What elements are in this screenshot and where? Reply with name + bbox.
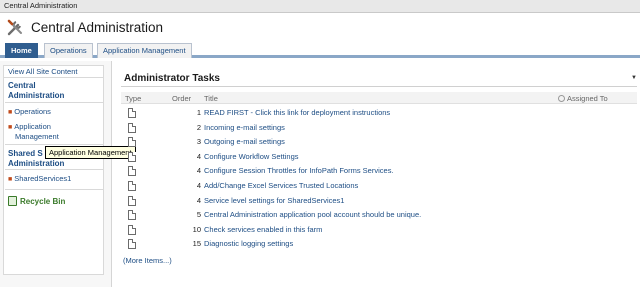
task-order: 15 — [192, 239, 201, 249]
recycle-bin-link[interactable]: Recycle Bin — [8, 196, 65, 206]
recycle-bin-icon — [8, 196, 17, 206]
task-title-link[interactable]: Configure Workflow Settings — [204, 152, 299, 161]
task-title-link[interactable]: Diagnostic logging settings — [204, 239, 293, 248]
web-part-title[interactable]: Administrator Tasks — [124, 73, 220, 84]
task-order: 4 — [196, 181, 201, 190]
task-order: 4 — [196, 151, 201, 161]
document-icon — [128, 239, 136, 250]
table-row: 2 Incoming e-mail settings — [121, 121, 637, 136]
divider — [5, 189, 103, 190]
task-title-link[interactable]: Incoming e-mail settings — [204, 123, 285, 132]
list-column-header: Type Order Title Assigned To — [121, 92, 637, 104]
document-icon — [128, 151, 136, 162]
divider — [5, 102, 103, 103]
tab-operations[interactable]: Operations — [44, 43, 93, 58]
document-icon — [128, 122, 136, 133]
document-icon — [128, 224, 136, 235]
tab-application-management[interactable]: Application Management — [97, 43, 192, 58]
column-header-title[interactable]: Title — [204, 94, 218, 103]
tab-home[interactable]: Home — [5, 43, 38, 58]
table-row: 10 Check services enabled in this farm — [121, 223, 637, 238]
page-title: Central Administration — [31, 20, 164, 35]
document-icon — [128, 166, 136, 177]
task-title-link[interactable]: Configure Session Throttles for InfoPath… — [204, 166, 394, 175]
quick-launch-panel: Central Administration ■ Operations ■ Appl… — [3, 78, 104, 275]
task-order: 4 — [196, 166, 201, 176]
column-header-assigned-to[interactable]: Assigned To — [558, 94, 608, 103]
site-header: Central Administration — [0, 14, 640, 42]
top-nav-bar: Home Operations Application Management — [0, 42, 640, 58]
task-order: 1 — [196, 108, 201, 117]
task-title-link[interactable]: READ FIRST - Click this link for deploym… — [204, 108, 390, 117]
browser-title-bar: Central Administration — [0, 0, 640, 13]
document-icon — [128, 108, 136, 118]
quick-launch: View All Site Content Central Administra… — [0, 61, 112, 287]
presence-icon — [558, 95, 565, 102]
table-row: 4 Service level settings for SharedServic… — [121, 194, 637, 209]
table-row: 4 Configure Session Throttles for InfoPat… — [121, 164, 637, 179]
column-header-type[interactable]: Type — [125, 94, 141, 103]
task-order: 5 — [196, 210, 201, 220]
document-icon — [128, 137, 136, 148]
task-order: 10 — [192, 224, 201, 234]
nav-link-operations[interactable]: ■ Operations — [8, 107, 51, 117]
task-title-link[interactable]: Add/Change Excel Services Trusted Locati… — [204, 181, 358, 190]
table-row: 4 Add/Change Excel Services Trusted Locat… — [121, 179, 637, 194]
nav-link-application-management[interactable]: ■ Application Management — [8, 122, 59, 141]
view-all-site-content-link[interactable]: View All Site Content — [3, 65, 104, 78]
document-icon — [128, 195, 136, 206]
web-part-menu-icon[interactable]: ▼ — [631, 75, 637, 81]
web-part-header: Administrator Tasks ▼ — [121, 71, 637, 87]
table-row: 5 Central Administration application pool… — [121, 208, 637, 223]
column-header-order[interactable]: Order — [172, 94, 191, 103]
more-items-link[interactable]: (More Items...) — [123, 256, 172, 265]
task-title-link[interactable]: Outgoing e-mail settings — [204, 137, 285, 146]
document-icon — [128, 181, 136, 191]
document-icon — [128, 210, 136, 221]
task-title-link[interactable]: Central Administration application pool … — [204, 210, 421, 219]
main-content: Administrator Tasks ▼ Type Order Title A… — [113, 61, 640, 287]
divider — [5, 169, 103, 170]
task-order: 4 — [196, 195, 201, 205]
task-title-link[interactable]: Service level settings for SharedService… — [204, 196, 344, 205]
nav-link-sharedservices1[interactable]: ■ SharedServices1 — [8, 174, 71, 184]
divider — [5, 144, 103, 145]
nav-heading-central-administration[interactable]: Central Administration — [8, 81, 64, 100]
table-row: 4 Configure Workflow Settings — [121, 150, 637, 165]
task-order: 2 — [196, 122, 201, 132]
table-row: 15 Diagnostic logging settings — [121, 237, 637, 252]
task-order: 3 — [196, 137, 201, 147]
tools-icon — [7, 19, 22, 36]
table-row: 1 READ FIRST - Click this link for deploy… — [121, 106, 637, 121]
table-row: 3 Outgoing e-mail settings — [121, 135, 637, 150]
task-title-link[interactable]: Check services enabled in this farm — [204, 225, 322, 234]
